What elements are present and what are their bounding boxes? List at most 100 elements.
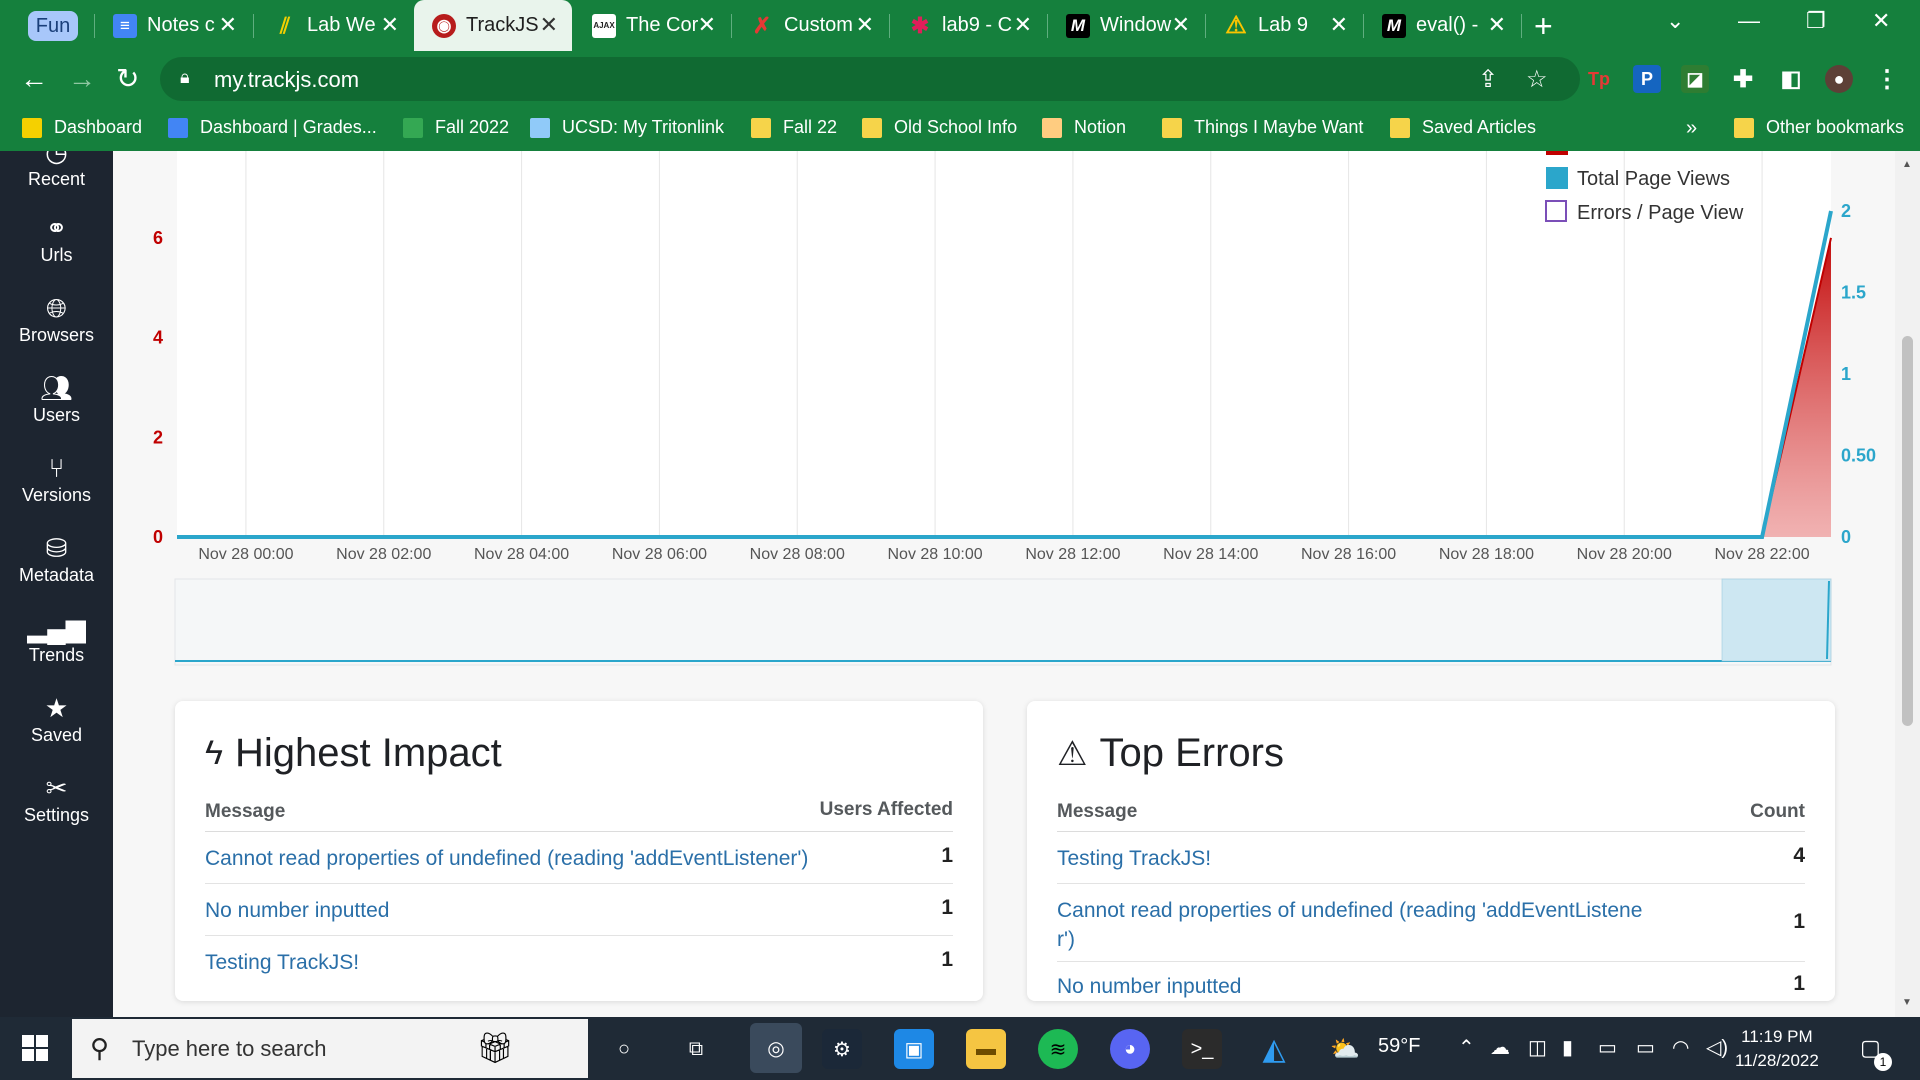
sidebar-item-metadata[interactable]: ⛁ Metadata	[0, 533, 113, 586]
tab-custom[interactable]: ✗ Custom ✕	[732, 0, 888, 51]
meet-icon[interactable]: ◫	[1528, 1035, 1547, 1060]
close-icon[interactable]: ✕	[219, 13, 237, 37]
terminal-icon[interactable]: >_	[1182, 1029, 1222, 1069]
sidebar-item-recent[interactable]: ◷ Recent	[0, 151, 113, 190]
close-icon[interactable]: ✕	[1014, 13, 1032, 37]
tab-lab-9[interactable]: ⚠ Lab 9 ✕	[1206, 0, 1362, 51]
bookmark-item[interactable]: Dashboard	[22, 117, 142, 138]
file-explorer-icon[interactable]: ▬	[966, 1029, 1006, 1069]
error-message-link[interactable]: No number inputted	[1057, 972, 1241, 1001]
bookmarks-overflow-button[interactable]: »	[1686, 117, 1697, 140]
error-message-link[interactable]: Testing TrackJS!	[205, 948, 359, 977]
battery-icon[interactable]: ▭	[1636, 1035, 1655, 1060]
col-message: Message	[1057, 801, 1138, 822]
puzzle-icon[interactable]: ✚	[1729, 65, 1757, 93]
close-icon[interactable]: ✕	[856, 13, 874, 37]
tab-lab[interactable]: ⫽ Lab We ✕	[255, 0, 413, 51]
clock-icon: ◷	[45, 151, 68, 167]
sidebar-item-label: Versions	[21, 485, 92, 505]
task-view-icon[interactable]: ⧉	[676, 1029, 716, 1069]
error-count-value: 4	[1793, 844, 1805, 867]
sidebar-item-settings[interactable]: ✂ Settings	[0, 773, 113, 826]
tab-notes[interactable]: ≡ Notes c ✕	[95, 0, 251, 51]
bookmark-item[interactable]: Notion	[1042, 117, 1126, 138]
minimize-icon[interactable]: —	[1738, 8, 1760, 34]
weather-temp[interactable]: 59°F	[1378, 1035, 1420, 1058]
chrome-icon[interactable]: ◎	[750, 1023, 802, 1073]
bookmark-star-icon[interactable]: ☆	[1526, 65, 1548, 94]
menu-icon[interactable]: ⋮	[1873, 65, 1901, 93]
discord-icon[interactable]: ◕	[1110, 1029, 1150, 1069]
spotify-icon[interactable]: ≋	[1038, 1029, 1078, 1069]
tab-window[interactable]: M Window ✕	[1048, 0, 1204, 51]
bookmark-item[interactable]: Dashboard | Grades...	[168, 117, 377, 138]
sidebar: ◷ Recent ⚭ Urls 🌐︎ Browsers 👥︎ Users ⑂ Versio…	[0, 151, 113, 1017]
forward-icon[interactable]: →	[68, 61, 96, 97]
tab-eval[interactable]: M eval() - ✕	[1364, 0, 1520, 51]
sidebar-item-browsers[interactable]: 🌐︎ Browsers	[0, 293, 113, 346]
vscode-icon[interactable]: ◭	[1254, 1029, 1294, 1069]
window-close-icon[interactable]: ✕	[1872, 8, 1890, 34]
trackjs-extension-icon[interactable]: Tp	[1585, 65, 1613, 93]
new-tab-button[interactable]: +	[1534, 8, 1553, 45]
display-icon[interactable]: ▭	[1598, 1035, 1617, 1060]
sidebar-item-users[interactable]: 👥︎ Users	[0, 373, 113, 426]
sidebar-item-urls[interactable]: ⚭ Urls	[0, 213, 113, 266]
volume-icon[interactable]: ◁)	[1706, 1035, 1728, 1060]
close-icon[interactable]: ✕	[540, 13, 558, 37]
cortana-icon[interactable]: ○	[604, 1029, 644, 1069]
close-icon[interactable]: ✕	[381, 13, 399, 37]
tab-the-cor[interactable]: AJAX The Cor ✕	[574, 0, 730, 51]
p-extension-icon[interactable]: P	[1633, 65, 1661, 93]
store-icon[interactable]: ▣	[894, 1029, 934, 1069]
x-tick-label: Nov 28 06:00	[612, 546, 707, 563]
tray-chevron-icon[interactable]: ⌃	[1458, 1035, 1475, 1060]
scroll-up-icon[interactable]: ▲	[1902, 159, 1912, 170]
error-message-link[interactable]: No number inputted	[205, 896, 389, 925]
clock[interactable]: 11:19 PM 11/28/2022	[1735, 1025, 1819, 1073]
close-icon[interactable]: ✕	[1488, 13, 1506, 37]
bookmark-item[interactable]: Fall 22	[751, 117, 837, 138]
bookmark-label: Fall 22	[783, 117, 838, 137]
error-message-link[interactable]: Cannot read properties of undefined (rea…	[1057, 896, 1657, 954]
error-message-link[interactable]: Testing TrackJS!	[1057, 844, 1211, 873]
bookmark-item[interactable]: Other bookmarks	[1734, 117, 1904, 138]
sidebar-item-trends[interactable]: ▂▄▆ Trends	[0, 613, 113, 666]
address-bar[interactable]: 🔒︎ my.trackjs.com ⇪ ☆	[160, 57, 1580, 101]
sidebar-item-saved[interactable]: ★ Saved	[0, 693, 113, 746]
error-count-value: 1	[1793, 910, 1805, 933]
wifi-icon[interactable]: ◠	[1672, 1035, 1689, 1060]
scroll-thumb[interactable]	[1902, 336, 1913, 726]
onedrive-icon[interactable]: ☁	[1490, 1035, 1510, 1060]
avatar[interactable]: ●	[1825, 65, 1853, 93]
bookmark-item[interactable]: Fall 2022	[403, 117, 509, 138]
weather-icon[interactable]: ⛅	[1330, 1035, 1360, 1064]
sidebar-item-versions[interactable]: ⑂ Versions	[0, 453, 113, 506]
bookmark-item[interactable]: Saved Articles	[1390, 117, 1536, 138]
back-icon[interactable]: ←	[20, 61, 48, 97]
bookmark-item[interactable]: UCSD: My Tritonlink	[530, 117, 724, 138]
restore-icon[interactable]: ❐	[1806, 8, 1826, 34]
tab-trackjs[interactable]: ◉ TrackJS ✕	[414, 0, 572, 51]
error-message-link[interactable]: Cannot read properties of undefined (rea…	[205, 844, 808, 873]
close-icon[interactable]: ✕	[1330, 13, 1348, 37]
bookmark-item[interactable]: Old School Info	[862, 117, 1017, 138]
share-icon[interactable]: ⇪	[1478, 65, 1498, 94]
microphone-icon[interactable]: ▮	[1562, 1035, 1573, 1060]
tab-group-label[interactable]: Fun	[28, 11, 78, 41]
close-icon[interactable]: ✕	[1172, 13, 1190, 37]
steam-icon[interactable]: ⚙	[822, 1029, 862, 1069]
reload-icon[interactable]: ↻	[116, 61, 139, 97]
extension-icon[interactable]: ◪	[1681, 65, 1709, 93]
scroll-down-icon[interactable]: ▼	[1902, 997, 1912, 1008]
bookmark-item[interactable]: Things I Maybe Want	[1162, 117, 1363, 138]
close-icon[interactable]: ✕	[698, 13, 716, 37]
windows-start-icon[interactable]	[22, 1035, 48, 1061]
tab-lab9-slack[interactable]: ✱ lab9 - C ✕	[890, 0, 1046, 51]
sidepanel-icon[interactable]: ◧	[1777, 65, 1805, 93]
taskbar-search[interactable]: ⚲ Type here to search 🎁︎	[72, 1019, 588, 1078]
page-scrollbar[interactable]: ▲ ▼	[1895, 151, 1920, 1017]
tab-search-icon[interactable]: ⌄	[1666, 8, 1684, 34]
sidebar-item-label: Urls	[40, 245, 73, 265]
url-text[interactable]: my.trackjs.com	[214, 67, 359, 93]
